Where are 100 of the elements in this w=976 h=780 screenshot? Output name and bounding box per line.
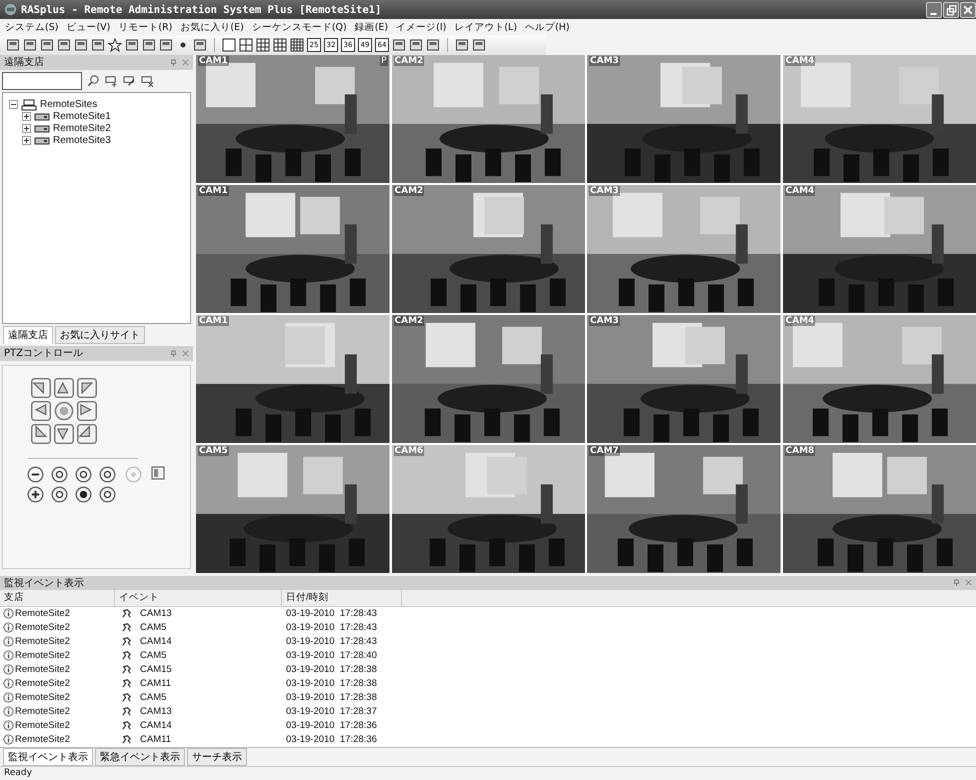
collapse-icon[interactable] xyxy=(9,100,18,110)
delete-site-icon[interactable] xyxy=(141,74,154,88)
direction-button[interactable] xyxy=(31,424,51,444)
toolbar-icon[interactable] xyxy=(455,38,469,52)
camera-label: CAM7 xyxy=(589,446,620,456)
panel-tab[interactable]: 緊急イベント表示 xyxy=(95,748,185,766)
device-icon xyxy=(34,134,50,147)
table-cell-text: 03-19-2010 17:28:38 xyxy=(285,664,377,676)
info-icon xyxy=(3,608,14,620)
direction-button[interactable] xyxy=(77,424,97,444)
tree-item[interactable]: RemoteSite1 xyxy=(53,111,111,122)
column-header[interactable]: 日付/時刻 xyxy=(282,590,402,606)
ptz-control-button[interactable] xyxy=(99,466,116,483)
toolbar-icon[interactable] xyxy=(23,38,37,52)
camera-label: CAM3 xyxy=(589,186,620,196)
menu-item[interactable]: お気に入り(E) xyxy=(179,20,245,34)
toolbar-icon[interactable] xyxy=(74,38,88,52)
menu-item[interactable]: 録画(E) xyxy=(354,20,390,34)
table-cell: CAM13 xyxy=(140,608,172,620)
status-text: Ready xyxy=(4,768,32,778)
grid-layout-icon[interactable] xyxy=(290,38,304,52)
motion-icon xyxy=(121,734,132,746)
camera-label: CAM1 xyxy=(198,186,229,196)
grid-layout-icon[interactable] xyxy=(222,38,236,52)
add-site-icon[interactable] xyxy=(105,74,118,88)
zoom-out-button[interactable] xyxy=(27,466,44,483)
menu-item[interactable]: イメージ(I) xyxy=(395,20,448,34)
tree-item[interactable]: RemoteSites xyxy=(40,99,98,110)
pin-icon[interactable] xyxy=(170,58,177,66)
close-button[interactable] xyxy=(960,2,976,18)
column-header[interactable]: 支店 xyxy=(0,590,115,606)
grid-layout-icon[interactable] xyxy=(273,38,287,52)
toolbar-icon[interactable] xyxy=(6,38,20,52)
direction-button[interactable] xyxy=(54,424,74,444)
menu-item[interactable]: システム(S) xyxy=(4,20,60,34)
camera-label: CAM1 xyxy=(198,316,229,326)
direction-button[interactable] xyxy=(31,400,51,421)
minimize-button[interactable] xyxy=(926,2,942,18)
menu-item[interactable]: リモート(R) xyxy=(117,20,174,34)
ptz-marker: P xyxy=(380,56,388,66)
toolbar-icon[interactable] xyxy=(193,38,207,52)
direction-button[interactable] xyxy=(77,378,97,398)
camera-label: CAM5 xyxy=(198,446,229,456)
ptz-control-button[interactable] xyxy=(51,466,68,483)
toolbar-icon[interactable] xyxy=(472,38,486,52)
toolbar-icon[interactable] xyxy=(40,38,54,52)
zoom-in-button[interactable] xyxy=(27,486,44,503)
menu-item[interactable]: シーケンスモード(Q) xyxy=(250,20,348,34)
grid-layout-icon[interactable] xyxy=(239,38,253,52)
info-icon xyxy=(3,636,14,648)
panel-tab[interactable]: サーチ表示 xyxy=(187,748,247,766)
edit-site-icon[interactable] xyxy=(123,74,136,88)
toolbar-icon[interactable] xyxy=(409,38,423,52)
ptz-control-button[interactable] xyxy=(75,466,92,483)
info-icon xyxy=(3,678,14,690)
direction-button[interactable] xyxy=(77,400,97,421)
table-cell: RemoteSite2 xyxy=(15,650,70,662)
toolbar-icon[interactable] xyxy=(392,38,406,52)
network-icon xyxy=(21,98,37,111)
pin-icon[interactable] xyxy=(953,579,960,586)
toolbar-icon[interactable] xyxy=(57,38,71,52)
menu-item[interactable]: ビュー(V) xyxy=(65,20,112,34)
column-header[interactable]: イベント xyxy=(115,590,282,606)
center-button[interactable] xyxy=(54,400,74,421)
toolbar-icon[interactable] xyxy=(125,38,139,52)
panel-tab[interactable]: お気に入りサイト xyxy=(55,326,145,344)
window-title: RASplus - Remote Administration System Plus [RemoteSite1] xyxy=(21,4,382,16)
pin-icon[interactable] xyxy=(170,350,177,357)
tree-item[interactable]: RemoteSite3 xyxy=(53,135,111,146)
grid-layout-icon[interactable] xyxy=(256,38,270,52)
table-cell-text: 03-19-2010 17:28:38 xyxy=(285,692,377,704)
camera-label: CAM4 xyxy=(784,316,816,326)
table-cell: RemoteSite2 xyxy=(15,664,70,676)
toolbar-icon[interactable] xyxy=(159,38,173,52)
info-icon xyxy=(3,706,14,718)
restore-button[interactable] xyxy=(943,2,959,18)
preset-icon[interactable] xyxy=(151,466,165,480)
star-icon[interactable] xyxy=(108,38,122,52)
ptz-control-button[interactable] xyxy=(99,486,116,503)
toolbar-icon[interactable] xyxy=(142,38,156,52)
search-field[interactable] xyxy=(2,72,82,90)
menu-item[interactable]: ヘルプ(H) xyxy=(524,20,571,34)
table-cell-text: 03-19-2010 17:28:43 xyxy=(285,608,377,620)
ptz-control-button[interactable] xyxy=(51,486,68,503)
toolbar-icon[interactable] xyxy=(426,38,440,52)
menu-item[interactable]: レイアウト(L) xyxy=(453,20,518,34)
expand-icon[interactable] xyxy=(22,112,31,122)
panel-tab[interactable]: 監視イベント表示 xyxy=(3,748,93,766)
tree-item[interactable]: RemoteSite2 xyxy=(53,123,111,134)
ptz-control-button[interactable] xyxy=(75,486,92,503)
motion-icon xyxy=(121,720,132,732)
camera-label: CAM3 xyxy=(589,56,620,66)
motion-icon xyxy=(121,622,132,634)
toolbar-icon[interactable] xyxy=(91,38,105,52)
direction-button[interactable] xyxy=(31,378,51,398)
panel-tab[interactable]: 遠隔支店 xyxy=(3,326,53,344)
expand-icon[interactable] xyxy=(22,136,31,146)
search-icon[interactable] xyxy=(87,74,100,88)
expand-icon[interactable] xyxy=(22,124,31,134)
direction-button[interactable] xyxy=(54,378,74,398)
